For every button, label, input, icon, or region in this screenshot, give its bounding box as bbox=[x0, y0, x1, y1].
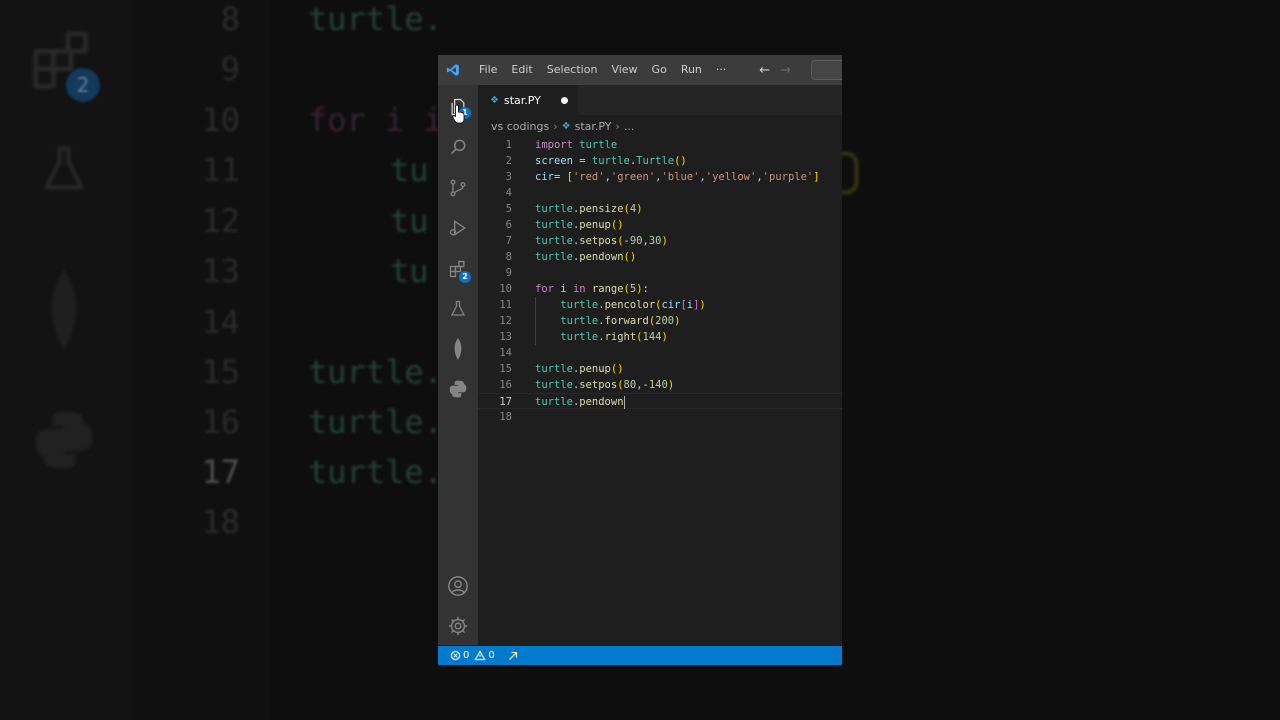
code-line[interactable]: 16 turtle.setpos(80,-140) bbox=[478, 377, 842, 393]
code-line[interactable]: 1 import turtle bbox=[478, 137, 842, 153]
code-line[interactable]: 13 turtle.right(144) bbox=[478, 329, 842, 345]
text-cursor bbox=[623, 395, 625, 409]
error-icon bbox=[450, 650, 461, 661]
python-file-icon: ❖ bbox=[561, 120, 571, 132]
code-text: turtle.penup() bbox=[535, 219, 624, 231]
code-text: turtle.right(144) bbox=[560, 331, 668, 343]
activity-bar: 1 2 bbox=[438, 85, 478, 645]
line-number: 12 bbox=[499, 315, 512, 327]
code-line[interactable]: 14 bbox=[478, 345, 842, 361]
warning-icon bbox=[474, 650, 486, 661]
menu-file[interactable]: File bbox=[472, 55, 504, 85]
account-icon[interactable] bbox=[446, 574, 470, 598]
tab-bar: ❖ star.PY bbox=[478, 85, 842, 115]
line-number: 6 bbox=[505, 219, 512, 231]
line-number: 14 bbox=[499, 347, 512, 359]
breadcrumb-more[interactable]: ... bbox=[624, 120, 635, 133]
line-number: 8 bbox=[505, 251, 512, 263]
menu-view[interactable]: View bbox=[604, 55, 644, 85]
code-line-active[interactable]: 17 turtle.pendown bbox=[478, 393, 842, 409]
settings-gear-icon[interactable] bbox=[446, 614, 470, 638]
code-text: turtle.penup() bbox=[535, 363, 624, 375]
python-file-icon: ❖ bbox=[490, 94, 499, 106]
line-number: 13 bbox=[499, 331, 512, 343]
code-line[interactable]: 12 turtle.forward(200) bbox=[478, 313, 842, 329]
code-text: cir= ['red','green','blue','yellow','pur… bbox=[535, 171, 820, 183]
line-number: 9 bbox=[505, 267, 512, 279]
vscode-logo-icon bbox=[446, 62, 462, 78]
menu-go[interactable]: Go bbox=[645, 55, 674, 85]
chevron-right-icon: › bbox=[553, 119, 558, 133]
line-number: 15 bbox=[499, 363, 512, 375]
code-text: import turtle bbox=[535, 139, 618, 151]
code-text: screen = turtle.Turtle() bbox=[535, 155, 687, 167]
line-number: 3 bbox=[505, 171, 512, 183]
line-number: 7 bbox=[505, 235, 512, 247]
testing-icon[interactable] bbox=[446, 297, 470, 321]
remote-share-icon[interactable] bbox=[507, 650, 519, 662]
tab-star-py[interactable]: ❖ star.PY bbox=[478, 85, 578, 115]
line-number: 11 bbox=[499, 299, 512, 311]
arrow-right-icon[interactable]: → bbox=[780, 63, 791, 78]
code-text: turtle.setpos(80,-140) bbox=[535, 379, 675, 391]
line-number: 4 bbox=[505, 187, 512, 199]
line-number: 2 bbox=[505, 155, 512, 167]
code-text: turtle.pencolor(cir[i]) bbox=[560, 299, 706, 311]
menu-edit[interactable]: Edit bbox=[504, 55, 539, 85]
line-number: 17 bbox=[499, 396, 512, 408]
menu-more[interactable]: ··· bbox=[709, 55, 734, 85]
line-number: 18 bbox=[499, 411, 512, 423]
code-line[interactable]: 3 cir= ['red','green','blue','yellow','pu… bbox=[478, 169, 842, 185]
vscode-window: File Edit Selection View Go Run ··· ← → … bbox=[438, 55, 842, 665]
nav-arrows: ← → bbox=[759, 60, 842, 80]
code-line[interactable]: 4 bbox=[478, 185, 842, 201]
search-icon[interactable] bbox=[446, 135, 470, 159]
python-icon[interactable] bbox=[446, 377, 470, 401]
command-center[interactable] bbox=[811, 60, 842, 80]
chevron-right-icon: › bbox=[615, 119, 620, 133]
code-text: for i in range(5): bbox=[535, 283, 649, 295]
line-number: 10 bbox=[499, 283, 512, 295]
code-line[interactable]: 7 turtle.setpos(-90,30) bbox=[478, 233, 842, 249]
code-line[interactable]: 9 bbox=[478, 265, 842, 281]
run-debug-icon[interactable] bbox=[446, 216, 470, 240]
code-line[interactable]: 18 bbox=[478, 409, 842, 425]
code-line[interactable]: 5 turtle.pensize(4) bbox=[478, 201, 842, 217]
line-number: 1 bbox=[505, 139, 512, 151]
error-count: 0 bbox=[463, 650, 470, 661]
code-line[interactable]: 6 turtle.penup() bbox=[478, 217, 842, 233]
problems-indicator[interactable]: 0 0 bbox=[450, 650, 495, 661]
warning-count: 0 bbox=[488, 650, 495, 661]
unsaved-dot-icon[interactable] bbox=[561, 96, 568, 104]
menu-run[interactable]: Run bbox=[674, 55, 709, 85]
mouse-pointer-icon bbox=[452, 104, 465, 124]
code-text: turtle.forward(200) bbox=[560, 315, 681, 327]
extensions-badge: 2 bbox=[459, 271, 471, 283]
status-bar: 0 0 bbox=[438, 646, 842, 665]
tab-filename: star.PY bbox=[503, 93, 541, 107]
code-line[interactable]: 2 screen = turtle.Turtle() bbox=[478, 153, 842, 169]
breadcrumb: vs codings › ❖ star.PY › ... bbox=[478, 115, 842, 137]
arrow-left-icon[interactable]: ← bbox=[759, 63, 770, 78]
extensions-icon[interactable]: 2 bbox=[446, 257, 471, 283]
code-text: turtle.setpos(-90,30) bbox=[535, 235, 668, 247]
code-text: turtle.pensize(4) bbox=[535, 203, 643, 215]
line-number: 5 bbox=[505, 203, 512, 215]
code-line[interactable]: 11 turtle.pencolor(cir[i]) bbox=[478, 297, 842, 313]
menu-selection[interactable]: Selection bbox=[540, 55, 605, 85]
code-line[interactable]: 15 turtle.penup() bbox=[478, 361, 842, 377]
breadcrumb-file[interactable]: star.PY bbox=[575, 120, 612, 133]
mongodb-leaf-icon[interactable] bbox=[446, 337, 470, 361]
code-text: turtle.pendown bbox=[535, 395, 625, 409]
code-text: turtle.pendown() bbox=[535, 251, 637, 263]
breadcrumb-folder[interactable]: vs codings bbox=[491, 120, 549, 133]
editor-area: ❖ star.PY vs codings › ❖ star.PY › ... 1… bbox=[478, 85, 842, 645]
source-control-icon[interactable] bbox=[446, 176, 470, 200]
code-line[interactable]: 10 for i in range(5): bbox=[478, 281, 842, 297]
title-bar: File Edit Selection View Go Run ··· ← → bbox=[438, 55, 842, 85]
line-number: 16 bbox=[499, 379, 512, 391]
code-line[interactable]: 8 turtle.pendown() bbox=[478, 249, 842, 265]
